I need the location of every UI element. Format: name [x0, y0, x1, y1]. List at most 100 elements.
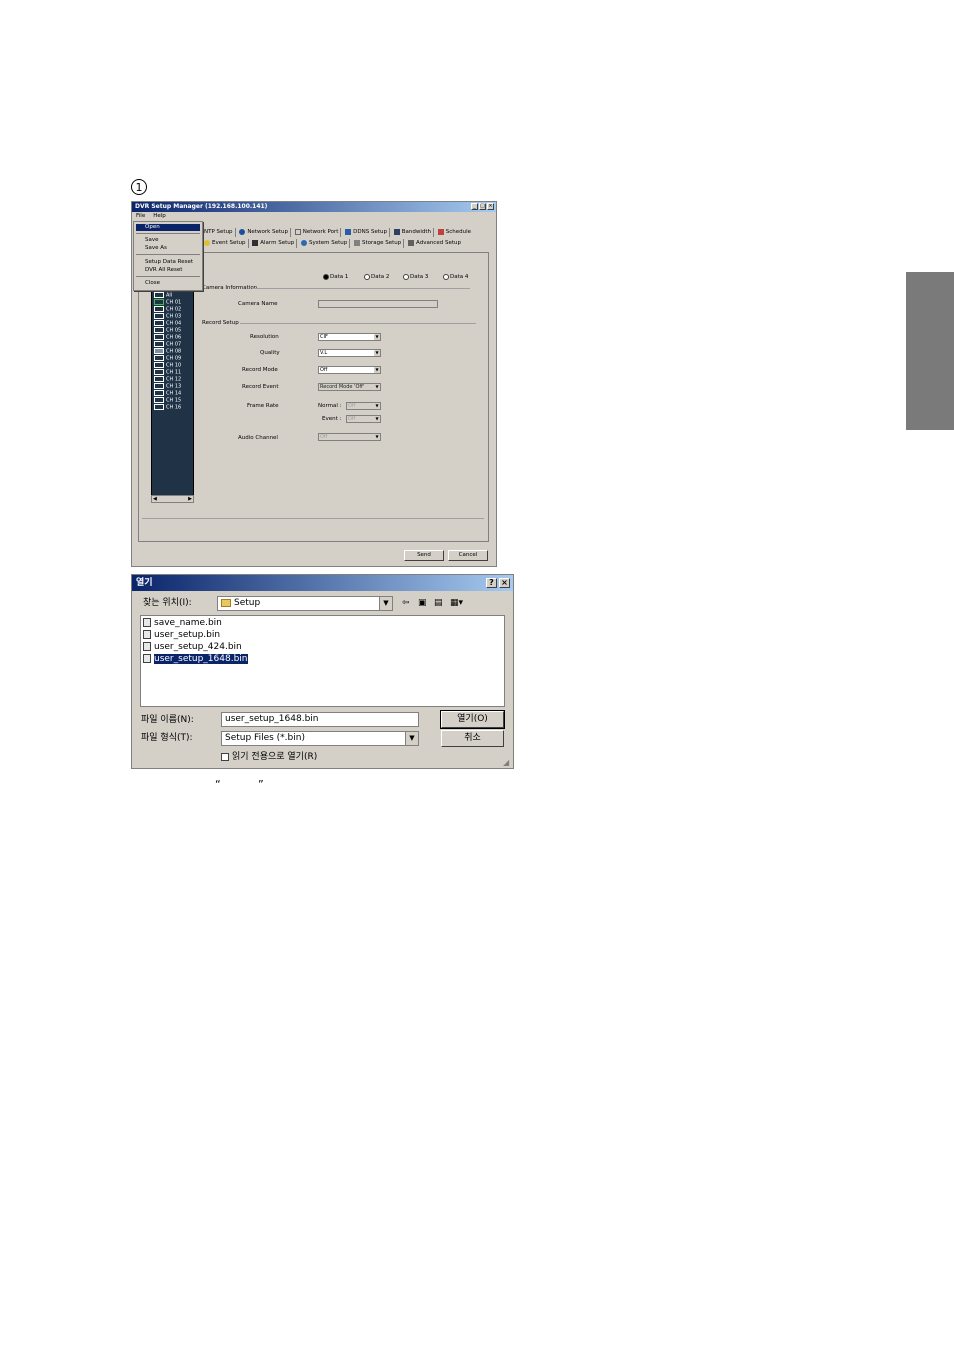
- channel-list-scrollbar[interactable]: ◀ ▶: [151, 495, 194, 503]
- close-button[interactable]: ×: [499, 578, 510, 588]
- maximize-button[interactable]: □: [479, 203, 486, 210]
- ddns-icon: [345, 228, 352, 235]
- menu-item-dvr-all-reset[interactable]: DVR All Reset: [136, 267, 200, 274]
- camera-name-label: Camera Name: [238, 301, 278, 307]
- channel-icon: [154, 327, 164, 333]
- file-name: user_setup_1648.bin: [154, 654, 248, 664]
- channel-label: CH 04: [166, 320, 182, 327]
- menu-item-open[interactable]: Open: [136, 224, 200, 231]
- channel-label: CH 10: [166, 362, 182, 369]
- tab-network-setup[interactable]: Network Setup: [237, 228, 292, 237]
- tab-network-port[interactable]: Network Port: [293, 228, 342, 237]
- menu-item-save-as[interactable]: Save As: [136, 245, 200, 252]
- cancel-button[interactable]: Cancel: [448, 550, 488, 561]
- channel-label: CH 11: [166, 369, 182, 376]
- checkbox-icon: [221, 752, 229, 761]
- channel-label: All: [166, 292, 173, 299]
- tab-alarm-setup[interactable]: Alarm Setup: [250, 239, 298, 248]
- dialog-title: 열기: [136, 578, 153, 588]
- channel-label: CH 01: [166, 299, 182, 306]
- tab-system-setup[interactable]: System Setup: [299, 239, 351, 248]
- up-folder-icon[interactable]: ▣: [418, 597, 427, 609]
- record-event-select[interactable]: Record Mode 'Off' ▼: [318, 383, 381, 391]
- radio-button: [403, 273, 409, 280]
- file-icon: [143, 642, 151, 651]
- file-item[interactable]: user_setup_424.bin: [143, 641, 242, 653]
- back-icon[interactable]: ⇦: [402, 597, 410, 609]
- open-button[interactable]: 열기(O): [440, 710, 505, 729]
- menu-item-setup-data-reset[interactable]: Setup Data Reset: [136, 259, 200, 266]
- caption-close-quote: ”: [258, 778, 264, 791]
- quality-value: V.L: [320, 350, 328, 356]
- file-type-select[interactable]: Setup Files (*.bin) ▼: [221, 731, 419, 746]
- caption-open-quote: “: [215, 778, 221, 791]
- radio-data-2[interactable]: Data 2: [364, 273, 389, 281]
- folder-icon: [221, 598, 231, 607]
- file-name-input[interactable]: user_setup_1648.bin: [221, 712, 419, 727]
- menu-separator: [136, 254, 200, 255]
- tab-event-setup[interactable]: Event Setup: [202, 239, 249, 248]
- tab-schedule[interactable]: Schedule: [436, 228, 473, 237]
- normal-frame-rate-select[interactable]: Off ▼: [346, 402, 381, 410]
- divider: [142, 518, 484, 519]
- channel-label: CH 03: [166, 313, 182, 320]
- scroll-left-icon[interactable]: ◀: [153, 496, 157, 502]
- resolution-select[interactable]: CIF ▼: [318, 333, 381, 341]
- radio-data-4-label: Data 4: [450, 274, 469, 280]
- divider: [252, 288, 470, 289]
- calendar-icon: [437, 228, 444, 235]
- channel-label: CH 14: [166, 390, 182, 397]
- readonly-checkbox[interactable]: 읽기 전용으로 열기(R): [221, 751, 317, 763]
- menu-item-save[interactable]: Save: [136, 237, 200, 244]
- event-frame-rate-select[interactable]: Off ▼: [346, 415, 381, 423]
- audio-channel-select[interactable]: Off ▼: [318, 433, 381, 441]
- send-button[interactable]: Send: [404, 550, 444, 561]
- tab-ddns-setup[interactable]: DDNS Setup: [343, 228, 391, 237]
- hard-disk-icon: [354, 239, 360, 246]
- view-menu-icon[interactable]: ▦▾: [450, 597, 463, 609]
- event-frame-rate-value: Off: [348, 416, 356, 422]
- globe-icon: [239, 228, 246, 235]
- cancel-button[interactable]: 취소: [441, 730, 504, 747]
- file-list: save_name.bin user_setup.bin user_setup_…: [140, 615, 505, 707]
- bandwidth-icon: [393, 228, 400, 235]
- camera-name-field[interactable]: [318, 300, 438, 308]
- file-item[interactable]: user_setup.bin: [143, 629, 220, 641]
- scroll-right-icon[interactable]: ▶: [188, 496, 192, 502]
- dropdown-arrow-icon[interactable]: ▼: [379, 597, 392, 610]
- tab-advanced-setup[interactable]: Advanced Setup: [406, 239, 463, 248]
- step-marker: 1: [131, 179, 147, 195]
- channel-label: CH 13: [166, 383, 182, 390]
- channel-item-16[interactable]: CH 16: [154, 404, 181, 412]
- minimize-button[interactable]: _: [471, 203, 478, 210]
- tab-storage-setup[interactable]: Storage Setup: [352, 239, 405, 248]
- menu-help[interactable]: Help: [153, 213, 166, 219]
- menu-file[interactable]: File: [136, 213, 145, 219]
- channel-label: CH 16: [166, 404, 182, 411]
- quality-select[interactable]: V.L ▼: [318, 349, 381, 357]
- tab-advanced-setup-label: Advanced Setup: [416, 240, 461, 246]
- tab-ntp-setup[interactable]: NTP Setup: [202, 228, 236, 237]
- radio-data-4[interactable]: Data 4: [443, 273, 468, 281]
- close-button[interactable]: ×: [487, 203, 494, 210]
- channel-icon: [154, 320, 164, 326]
- file-item[interactable]: save_name.bin: [143, 617, 222, 629]
- menu-bar: File Help: [132, 212, 496, 221]
- record-mode-select[interactable]: Off ▼: [318, 366, 381, 374]
- help-button[interactable]: ?: [486, 578, 497, 588]
- dropdown-arrow-icon: ▼: [374, 334, 380, 340]
- file-name: user_setup.bin: [154, 630, 221, 640]
- dropdown-arrow-icon[interactable]: ▼: [405, 732, 418, 745]
- new-folder-icon[interactable]: ▤: [434, 597, 443, 609]
- menu-item-close[interactable]: Close: [136, 280, 200, 287]
- tab-bandwidth[interactable]: Bandwidth: [392, 228, 435, 237]
- quality-label: Quality: [260, 350, 280, 356]
- radio-data-3[interactable]: Data 3: [403, 273, 428, 281]
- look-in-combo[interactable]: Setup ▼: [217, 596, 393, 611]
- radio-data-1[interactable]: Data 1: [323, 273, 348, 281]
- record-event-label: Record Event: [242, 384, 279, 390]
- dropdown-arrow-icon: ▼: [374, 434, 380, 440]
- record-setup-heading: Record Setup: [202, 320, 239, 326]
- file-item-selected[interactable]: user_setup_1648.bin: [143, 653, 248, 665]
- resize-grip-icon[interactable]: ◢: [503, 758, 509, 768]
